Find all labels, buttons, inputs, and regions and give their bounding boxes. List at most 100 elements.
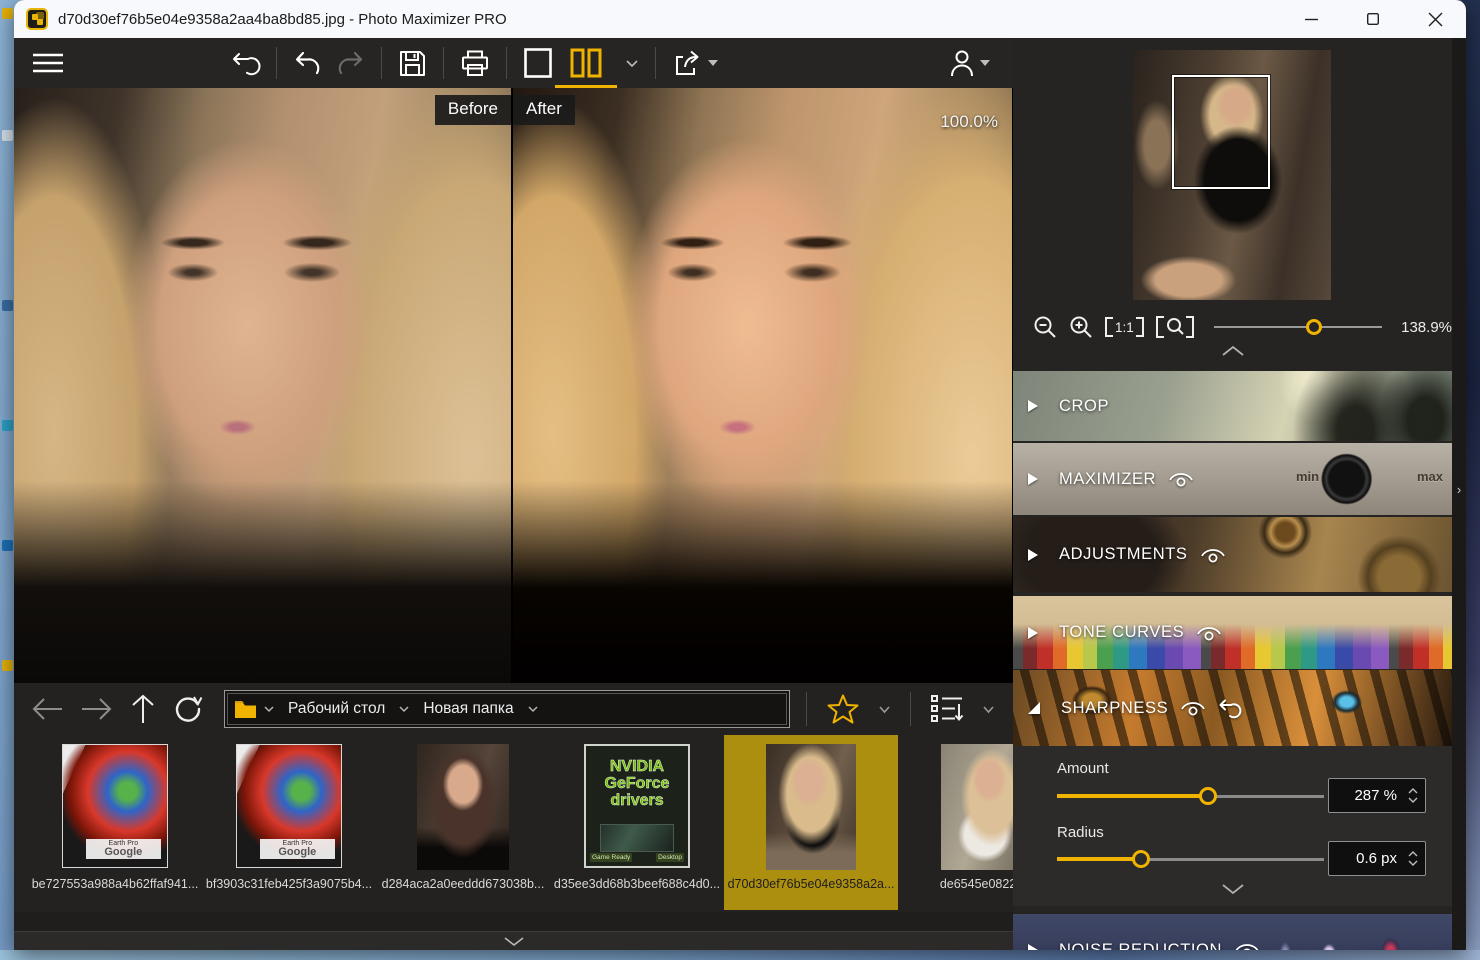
amount-slider[interactable] xyxy=(1057,787,1324,805)
expand-arrow-icon xyxy=(1028,549,1038,561)
chevron-down-icon xyxy=(1222,884,1244,894)
before-image xyxy=(14,88,511,683)
save-button[interactable] xyxy=(390,44,435,82)
refresh-button[interactable] xyxy=(164,695,212,723)
radius-value-box[interactable]: 0.6 px xyxy=(1328,841,1426,876)
file-name: be727553a988a4b62ffaf941... xyxy=(32,877,199,891)
panel-header-crop[interactable]: CROP xyxy=(1013,371,1452,441)
path-root-chevron[interactable] xyxy=(399,706,409,712)
main-area: Before After 100.0% xyxy=(14,38,1013,950)
spinner-up-icon[interactable] xyxy=(1408,851,1418,857)
path-root[interactable]: Рабочий стол xyxy=(288,700,385,718)
radius-value: 0.6 px xyxy=(1329,850,1405,867)
maximize-button[interactable] xyxy=(1342,0,1404,38)
fit-screen-button[interactable] xyxy=(1150,316,1200,338)
zoom-level-overlay: 100.0% xyxy=(940,112,998,132)
account-button[interactable] xyxy=(941,44,999,82)
flyout-expand-arrow[interactable]: › xyxy=(1457,482,1461,497)
actual-size-button[interactable]: 1:1 xyxy=(1099,317,1150,337)
drive-chevron[interactable] xyxy=(264,706,274,712)
file-thumbnail[interactable]: de6545e08229b xyxy=(898,735,1013,910)
folder-icon xyxy=(235,701,256,718)
file-thumbnail-selected[interactable]: d70d30ef76b5e04e9358a2a... xyxy=(724,735,898,910)
spinner-down-icon[interactable] xyxy=(1408,797,1418,803)
favorites-button[interactable] xyxy=(817,694,869,724)
app-icon xyxy=(26,8,48,30)
minimize-button[interactable] xyxy=(1280,0,1342,38)
desktop-icon xyxy=(2,420,13,431)
file-thumbnail[interactable]: Earth ProGoogle be727553a988a4b62ffaf941… xyxy=(28,735,202,910)
zoom-out-button[interactable] xyxy=(1027,315,1063,339)
radius-slider-knob[interactable] xyxy=(1132,850,1150,868)
before-pane[interactable]: Before xyxy=(14,88,511,683)
file-thumb-image: Earth ProGoogle xyxy=(236,744,342,868)
sharpness-collapse-button[interactable] xyxy=(1013,884,1452,894)
panel-label: NOISE REDUCTION xyxy=(1059,941,1222,951)
navigator-collapse-button[interactable] xyxy=(1013,346,1452,356)
navigator-zoom-controls: 1:1 138.9% xyxy=(1013,310,1452,344)
file-thumbnail[interactable]: Earth ProGoogle bf3903c31feb425f3a9075b4… xyxy=(202,735,376,910)
amount-slider-knob[interactable] xyxy=(1199,787,1217,805)
visibility-toggle-icon[interactable] xyxy=(1200,547,1226,563)
navigator-thumbnail[interactable] xyxy=(1133,50,1331,300)
panel-header-maximizer[interactable]: MAXIMIZER min max xyxy=(1013,443,1452,515)
radius-label: Radius xyxy=(1057,824,1104,841)
spinner-up-icon[interactable] xyxy=(1408,788,1418,794)
panel-header-noise-reduction[interactable]: NOISE REDUCTION xyxy=(1013,914,1452,950)
menu-button[interactable] xyxy=(24,44,72,82)
view-options-chevron[interactable] xyxy=(973,706,1004,713)
titlebar: d70d30ef76b5e04e9358a2aa4ba8bd85.jpg - P… xyxy=(14,0,1466,38)
forward-button[interactable] xyxy=(72,698,122,720)
visibility-toggle-icon[interactable] xyxy=(1180,700,1206,716)
after-pane[interactable]: After 100.0% xyxy=(513,88,1012,683)
expand-arrow-icon xyxy=(1028,400,1038,412)
before-label: Before xyxy=(435,95,511,125)
visibility-toggle-icon[interactable] xyxy=(1196,625,1222,641)
single-view-button[interactable] xyxy=(515,44,561,82)
favorites-chevron[interactable] xyxy=(869,706,900,713)
navigator-viewport[interactable] xyxy=(1172,75,1270,189)
panel-header-sharpness[interactable]: SHARPNESS xyxy=(1013,670,1452,746)
file-thumbnail[interactable]: NVIDIA GeForce drivers Game Ready Deskto… xyxy=(550,735,724,910)
close-button[interactable] xyxy=(1404,0,1466,38)
path-folder-chevron[interactable] xyxy=(528,706,538,712)
zoom-in-button[interactable] xyxy=(1063,315,1099,339)
up-button[interactable] xyxy=(122,695,164,723)
view-options-button[interactable] xyxy=(921,695,973,723)
share-button[interactable] xyxy=(664,44,727,82)
panel-header-tone-curves[interactable]: TONE CURVES xyxy=(1013,596,1452,669)
filmstrip-collapse-button[interactable] xyxy=(14,931,1013,950)
visibility-toggle-icon[interactable] xyxy=(1168,471,1194,487)
file-thumb-image: NVIDIA GeForce drivers Game Ready Deskto… xyxy=(584,744,690,868)
file-name: d35ee3dd68b3beef688c4d0... xyxy=(554,877,720,891)
path-folder[interactable]: Новая папка xyxy=(423,700,513,718)
file-thumb-image xyxy=(766,744,856,870)
after-image xyxy=(513,88,1012,683)
split-view-chevron[interactable] xyxy=(617,44,647,82)
redo-button[interactable] xyxy=(329,44,373,82)
desktop-icon xyxy=(2,130,13,141)
navigator-zoom-slider[interactable] xyxy=(1214,318,1382,336)
spinner-down-icon[interactable] xyxy=(1408,860,1418,866)
sharpness-reset-icon[interactable] xyxy=(1218,698,1240,718)
desktop-icon xyxy=(2,300,13,311)
visibility-toggle-icon[interactable] xyxy=(1234,942,1260,950)
file-thumbnail[interactable]: d284aca2a0eeddd673038b... xyxy=(376,735,550,910)
radius-slider[interactable] xyxy=(1057,850,1324,868)
chevron-up-icon xyxy=(1222,346,1244,356)
panel-header-adjustments[interactable]: ADJUSTMENTS xyxy=(1013,517,1452,592)
window-title: d70d30ef76b5e04e9358a2aa4ba8bd85.jpg - P… xyxy=(58,11,507,28)
back-button[interactable] xyxy=(22,698,72,720)
panel-flyout-strip: › xyxy=(1452,38,1466,950)
file-browser-navbar: Рабочий стол Новая папка xyxy=(14,683,1013,735)
undo-button[interactable] xyxy=(285,44,329,82)
knob-min-label: min xyxy=(1296,469,1319,484)
navigator-zoom-knob[interactable] xyxy=(1306,319,1322,335)
revert-button[interactable] xyxy=(222,44,268,82)
print-button[interactable] xyxy=(452,44,498,82)
breadcrumb[interactable]: Рабочий стол Новая папка xyxy=(224,690,790,728)
panel-label: SHARPNESS xyxy=(1061,699,1168,718)
amount-value-box[interactable]: 287 % xyxy=(1328,778,1426,813)
split-view-button[interactable] xyxy=(561,44,611,82)
amount-value: 287 % xyxy=(1329,787,1405,804)
